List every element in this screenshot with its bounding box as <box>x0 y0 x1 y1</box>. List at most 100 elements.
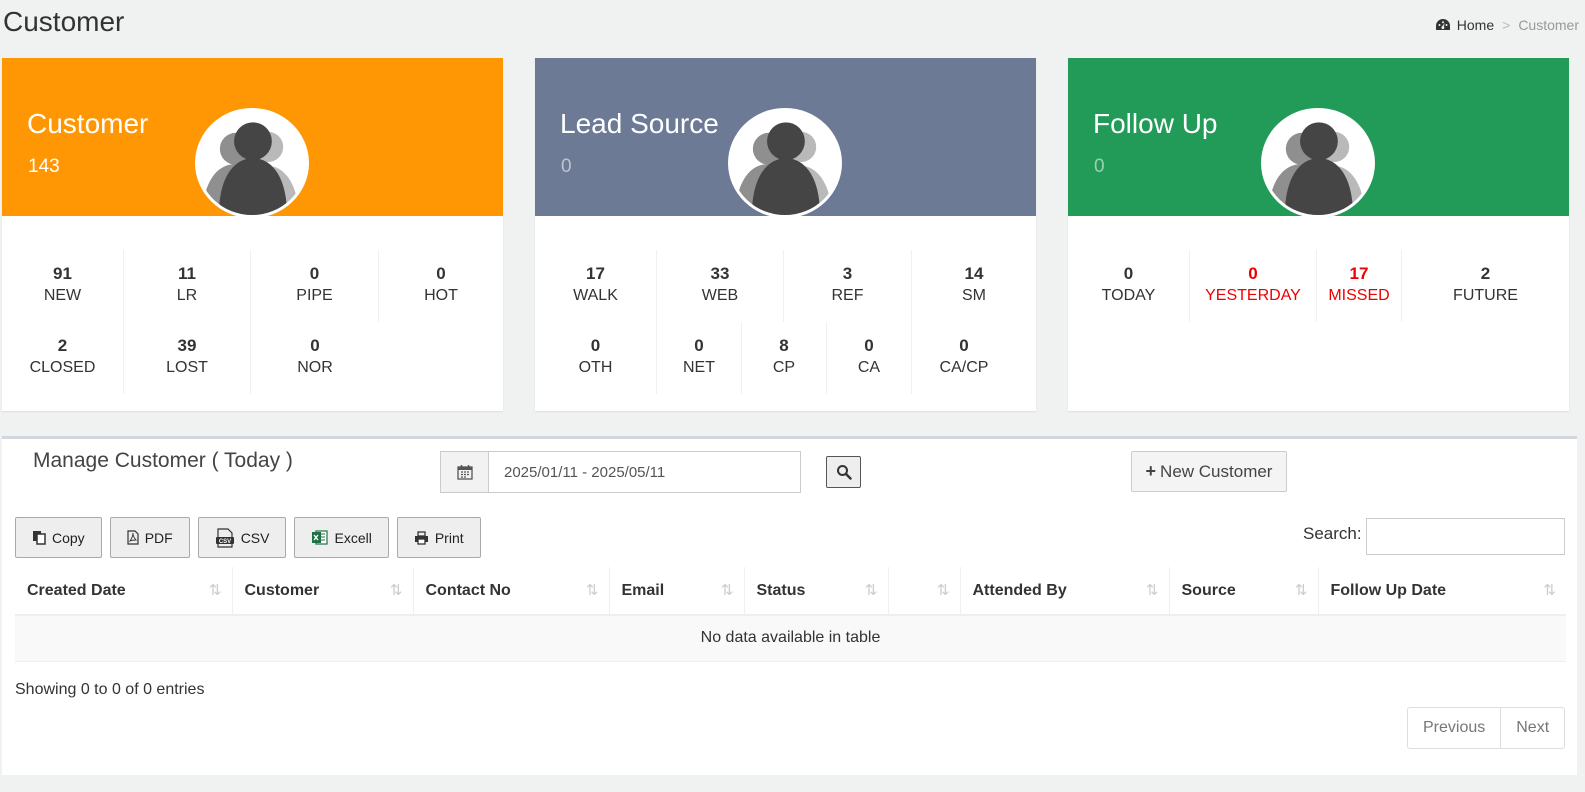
stat-number: 14 <box>964 264 984 283</box>
stat-label: NEW <box>43 287 82 304</box>
column-header-status[interactable]: Status ⇅ <box>744 567 889 616</box>
stat-label: PIPE <box>296 287 333 304</box>
stat-label: WEB <box>701 287 739 304</box>
export-toolbar: Copy PDF CSV CSV Excell Print <box>15 517 481 558</box>
stat-future[interactable]: 2 FUTURE <box>1402 250 1569 322</box>
excel-icon <box>312 530 329 545</box>
sort-icon: ⇅ <box>1543 582 1556 599</box>
stat-number: 0 <box>436 264 446 283</box>
stat-ca[interactable]: 0 CA <box>827 322 912 394</box>
stat-yesterday[interactable]: 0 YESTERDAY <box>1190 250 1317 322</box>
date-range-value: 2025/01/11 - 2025/05/11 <box>504 463 666 481</box>
stat-number: 39 <box>177 336 197 355</box>
stat-web[interactable]: 33 WEB <box>657 250 784 322</box>
pdf-label: PDF <box>144 529 173 546</box>
manage-customer-panel: Manage Customer ( Today ) 2025/01/11 - 2… <box>2 436 1577 775</box>
search-icon <box>836 465 852 480</box>
stat-number: 8 <box>779 336 789 355</box>
date-range-picker[interactable]: 2025/01/11 - 2025/05/11 <box>440 451 801 493</box>
stat-label: NET <box>683 359 715 376</box>
stat-number: 33 <box>710 264 730 283</box>
stat-hot[interactable]: 0 HOT <box>379 250 503 322</box>
stat-number: 0 <box>590 336 601 355</box>
breadcrumb-current: Customer <box>1518 17 1579 33</box>
stat-number: 0 <box>959 336 969 355</box>
stat-pipe[interactable]: 0 PIPE <box>251 250 379 322</box>
column-label: Contact No <box>425 581 511 599</box>
sort-icon: ⇅ <box>936 582 950 599</box>
pagination: Previous Next <box>1407 707 1566 749</box>
breadcrumb: Home > Customer <box>1435 17 1579 33</box>
column-header-follow-up-date[interactable]: Follow Up Date ⇅ <box>1318 567 1566 616</box>
column-header-blank[interactable]: ⇅ <box>888 567 961 616</box>
column-header-created-date[interactable]: Created Date ⇅ <box>15 567 233 616</box>
card-title: Lead Source <box>560 108 719 139</box>
stat-new[interactable]: 91 NEW <box>2 250 124 322</box>
stat-closed[interactable]: 2 CLOSED <box>2 322 124 394</box>
sort-icon: ⇅ <box>1145 582 1159 599</box>
stat-net[interactable]: 0 NET <box>657 322 742 394</box>
breadcrumb-home[interactable]: Home <box>1435 17 1494 33</box>
excel-button[interactable]: Excell <box>294 517 389 558</box>
next-button[interactable]: Next <box>1501 708 1564 748</box>
stat-lost[interactable]: 39 LOST <box>124 322 251 394</box>
stat-ca-cp[interactable]: 0 CA/CP <box>912 322 1016 394</box>
print-button[interactable]: Print <box>396 517 481 558</box>
column-header-source[interactable]: Source ⇅ <box>1169 567 1319 616</box>
stat-lr[interactable]: 11 LR <box>124 250 251 322</box>
stat-label: NOR <box>297 359 333 376</box>
dashboard-icon <box>1435 19 1450 30</box>
column-label: Customer <box>244 581 320 599</box>
stat-label: CP <box>772 359 796 376</box>
stat-label: LOST <box>166 359 208 376</box>
pdf-icon <box>127 530 139 545</box>
stat-missed[interactable]: 17 MISSED <box>1317 250 1402 322</box>
new-customer-button[interactable]: + New Customer <box>1131 451 1287 492</box>
copy-button[interactable]: Copy <box>15 517 102 558</box>
stat-cp[interactable]: 8 CP <box>742 322 827 394</box>
stat-ref[interactable]: 3 REF <box>784 250 912 322</box>
pdf-button[interactable]: PDF <box>109 517 190 558</box>
search-button[interactable] <box>826 456 861 488</box>
column-label: Source <box>1181 581 1236 599</box>
stat-label: CLOSED <box>29 359 96 376</box>
stat-label: SM <box>962 287 986 304</box>
stat-oth[interactable]: 0 OTH <box>535 322 657 394</box>
stat-number: 3 <box>842 264 853 283</box>
sort-icon: ⇅ <box>864 582 878 599</box>
empty-message: No data available in table <box>15 615 1566 662</box>
csv-button[interactable]: CSV CSV <box>197 517 287 558</box>
column-label: Status <box>756 581 806 599</box>
stat-label: LR <box>176 287 198 304</box>
column-header-attended-by[interactable]: Attended By ⇅ <box>960 567 1170 616</box>
column-header-email[interactable]: Email ⇅ <box>609 567 745 616</box>
card-stats: 91 NEW 11 LR 0 PIPE 0 HOT 2 CLOSED 39 LOST 0 NOR <box>2 250 503 394</box>
stat-number: 11 <box>178 264 196 283</box>
column-label: Attended By <box>972 581 1067 599</box>
column-header-customer[interactable]: Customer ⇅ <box>232 567 414 616</box>
calendar-icon <box>441 452 489 492</box>
stat-label: MISSED <box>1328 287 1390 304</box>
column-header-contact-no[interactable]: Contact No ⇅ <box>413 567 610 616</box>
stat-sm[interactable]: 14 SM <box>912 250 1036 322</box>
table-info: Showing 0 to 0 of 0 entries <box>15 681 205 698</box>
stat-label: REF <box>831 287 864 304</box>
breadcrumb-separator: > <box>1502 17 1511 33</box>
stat-today[interactable]: 0 TODAY <box>1068 250 1190 322</box>
card-header: Follow Up 0 <box>1068 58 1569 218</box>
column-label: Email <box>621 581 665 599</box>
page-title: Customer <box>3 6 125 37</box>
new-customer-label: New Customer <box>1160 461 1273 481</box>
customer-table: Created Date ⇅ Customer ⇅ Contact No ⇅ Email ⇅ S… <box>15 567 1566 662</box>
panel-title: Manage Customer ( Today ) <box>33 449 293 472</box>
excel-label: Excell <box>334 529 372 546</box>
stat-label: YESTERDAY <box>1205 287 1301 304</box>
stat-walk[interactable]: 17 WALK <box>535 250 657 322</box>
users-avatar-icon <box>1261 108 1375 218</box>
stat-nor[interactable]: 0 NOR <box>251 322 379 394</box>
search-input[interactable] <box>1366 518 1565 555</box>
users-avatar-icon <box>195 108 309 218</box>
stat-number: 2 <box>57 336 68 355</box>
csv-icon: CSV <box>215 527 234 548</box>
previous-button[interactable]: Previous <box>1408 708 1502 748</box>
